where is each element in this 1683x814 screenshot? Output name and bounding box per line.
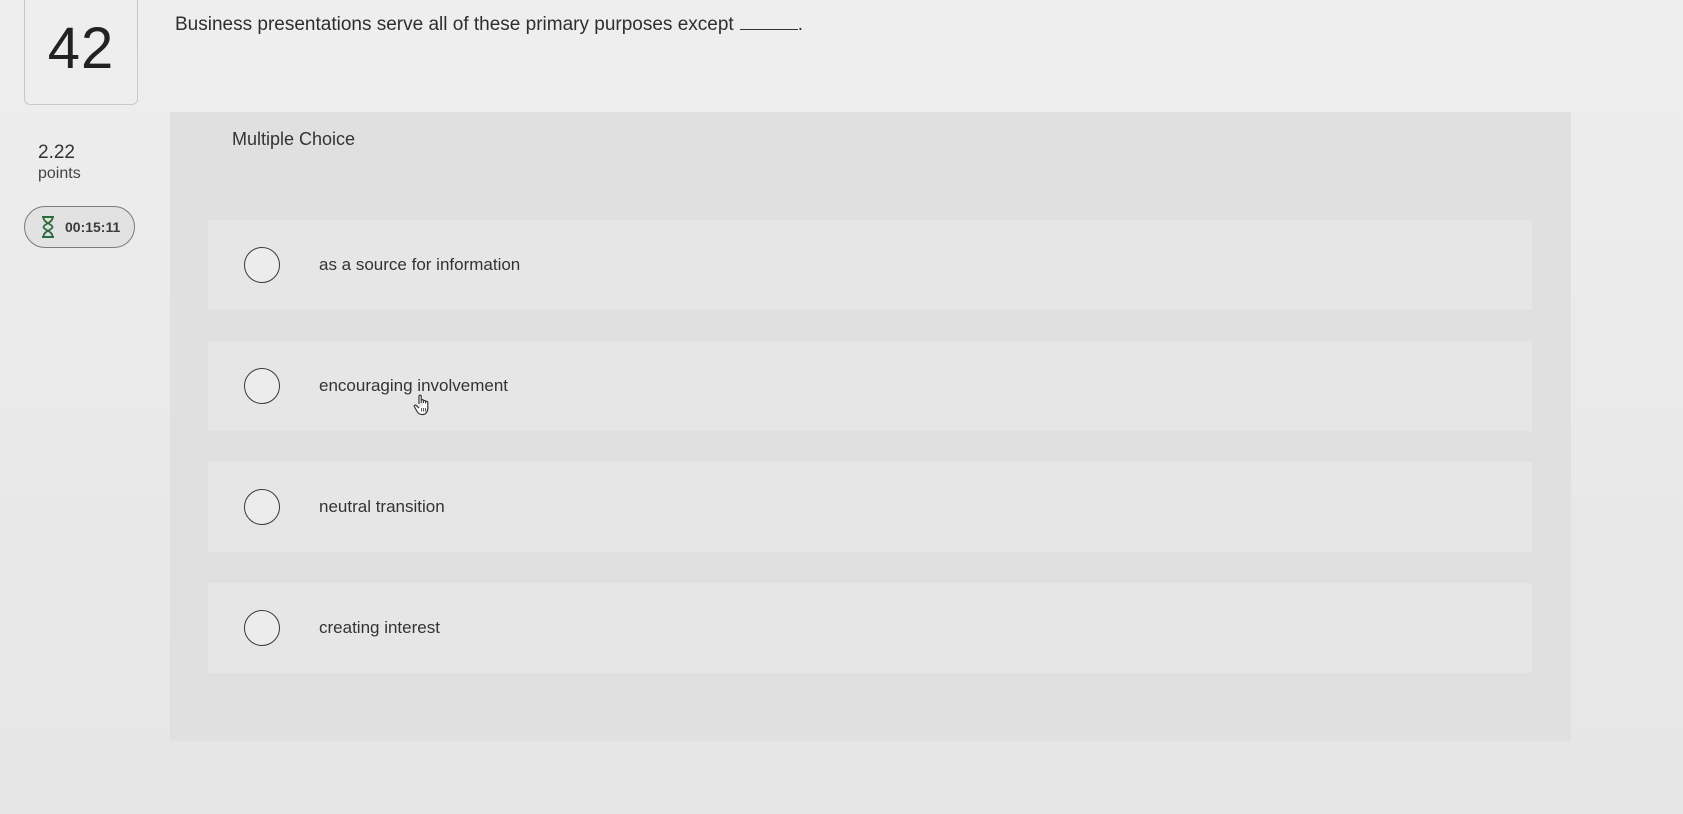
radio-button[interactable]	[244, 610, 280, 646]
radio-button[interactable]	[244, 368, 280, 404]
option-label: neutral transition	[319, 497, 445, 516]
option-label: creating interest	[319, 618, 440, 637]
question-number: 42	[47, 15, 115, 81]
radio-button[interactable]	[244, 489, 280, 525]
option-label: as a source for information	[319, 255, 521, 274]
answer-option-4[interactable]: creating interest	[208, 583, 1532, 673]
points-value: 2.22	[38, 142, 75, 163]
timer-badge[interactable]: 00:15:11	[24, 206, 135, 248]
quiz-page: 42 2.22 points 00:15:11 Business present…	[0, 0, 1683, 814]
answer-blank	[739, 15, 798, 30]
radio-button[interactable]	[244, 247, 280, 283]
multiple-choice-panel: Multiple Choice as a source for informat…	[170, 112, 1571, 741]
answer-option-2[interactable]: encouraging involvement	[208, 341, 1532, 431]
hand-pointer-icon	[412, 393, 434, 422]
question-number-box: 42	[24, 0, 138, 105]
question-type-label: Multiple Choice	[232, 129, 356, 149]
timer-text: 00:15:11	[65, 219, 121, 235]
question-text: Business presentations serve all of thes…	[175, 14, 734, 35]
points-label: points	[38, 165, 81, 182]
question-prompt: Business presentations serve all of thes…	[175, 14, 803, 36]
answer-option-3[interactable]: neutral transition	[208, 462, 1532, 552]
answer-option-1[interactable]: as a source for information	[208, 220, 1532, 310]
hourglass-icon	[41, 216, 55, 238]
question-trailing: .	[797, 14, 803, 35]
